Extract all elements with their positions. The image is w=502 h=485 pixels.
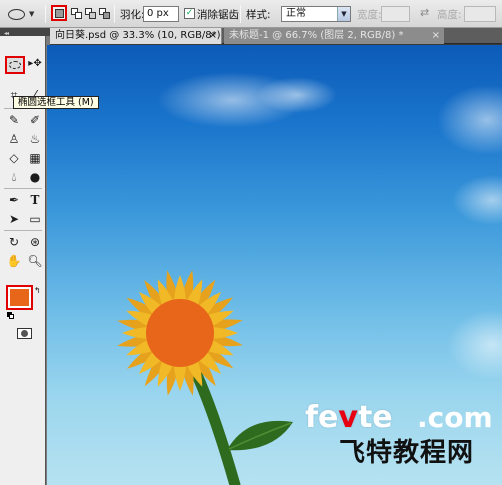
document-canvas[interactable]: fevte .com 飞特教程网 xyxy=(47,45,502,485)
width-input[interactable] xyxy=(381,6,410,22)
eraser-tool-icon[interactable]: ◇ xyxy=(6,150,22,166)
style-select[interactable]: 正常 ▼ xyxy=(281,6,351,22)
chevron-down-icon: ▼ xyxy=(337,7,350,21)
zoom-tool-icon[interactable]: 🔍︎ xyxy=(27,253,43,269)
pen-tool-icon[interactable]: ✒ xyxy=(6,192,22,208)
new-selection-icon xyxy=(54,8,64,18)
blur-tool-icon[interactable]: 💧︎ xyxy=(6,169,22,185)
brush-tool-icon[interactable]: ✐ xyxy=(27,112,43,128)
tab-untitled-1[interactable]: 未标题-1 @ 66.7% (图层 2, RGB/8) * × xyxy=(224,28,444,44)
cloud xyxy=(437,85,502,155)
width-label: 宽度: xyxy=(357,9,382,21)
3d-rotate-tool-icon[interactable]: ↻ xyxy=(6,234,22,250)
default-colors-icon[interactable] xyxy=(7,312,14,319)
subtract-selection-icon xyxy=(84,7,96,19)
type-tool-icon[interactable]: T xyxy=(27,192,43,208)
intersect-selection-icon xyxy=(98,7,110,19)
style-label: 样式: xyxy=(246,9,271,21)
intersect-selection-button[interactable] xyxy=(96,5,112,21)
cloud xyxy=(452,175,502,225)
cloud xyxy=(447,310,502,380)
options-bar: ▼ 羽化: 0 px ✓ 消除锯齿 样式: 正常 ▼ 宽度: ⇄ 高度: xyxy=(0,0,502,28)
toolbox: ◂◂ ▸✥ ⌗ ⁄ ✎ ✐ ♙ ♨ ◇ ▦ 💧︎ ● ✒ T ➤ ▭ ↻ ⊛ ✋… xyxy=(0,28,99,485)
ellipse-marquee-icon xyxy=(9,61,21,69)
divider xyxy=(240,5,241,23)
feather-input[interactable]: 0 px xyxy=(143,6,179,22)
gradient-tool-icon[interactable]: ▦ xyxy=(27,150,43,166)
chevron-down-icon: ▼ xyxy=(29,10,35,18)
dodge-tool-icon[interactable]: ● xyxy=(27,169,43,185)
move-tool-icon[interactable]: ▸✥ xyxy=(27,56,43,72)
tab-label: 未标题-1 @ 66.7% (图层 2, RGB/8) * xyxy=(229,30,404,41)
rectangle-shape-tool-icon[interactable]: ▭ xyxy=(27,211,43,227)
antialias-label: 消除锯齿 xyxy=(197,9,239,21)
divider xyxy=(45,5,46,23)
watermark-brand: fevte xyxy=(305,400,393,435)
swap-dimensions-icon[interactable]: ⇄ xyxy=(420,6,429,19)
history-brush-tool-icon[interactable]: ♨ xyxy=(27,131,43,147)
toolbox-header[interactable]: ◂◂ xyxy=(0,28,50,37)
quick-mask-button[interactable] xyxy=(17,328,32,339)
foreground-color-swatch[interactable] xyxy=(6,285,33,310)
antialias-checkbox[interactable]: ✓ xyxy=(184,8,195,19)
feather-label: 羽化: xyxy=(120,9,145,21)
document-tab-bar: 向日葵.psd @ 33.3% (10, RGB/8*) * × 未标题-1 @… xyxy=(50,28,502,44)
tool-tooltip: 椭圆选框工具 (M) xyxy=(13,96,99,109)
add-selection-icon xyxy=(70,7,82,19)
clone-stamp-tool-icon[interactable]: ♙ xyxy=(6,131,22,147)
sunflower-center xyxy=(146,299,214,367)
height-label: 高度: xyxy=(437,9,462,21)
close-icon[interactable]: × xyxy=(209,28,217,43)
watermark-chinese: 飞特教程网 xyxy=(339,438,475,468)
elliptical-marquee-tool[interactable] xyxy=(5,56,25,74)
close-icon[interactable]: × xyxy=(432,28,440,43)
tool-preset-picker[interactable]: ▼ xyxy=(3,4,43,24)
healing-brush-tool-icon[interactable]: ✎ xyxy=(6,112,22,128)
3d-orbit-tool-icon[interactable]: ⊛ xyxy=(27,234,43,250)
style-select-value: 正常 xyxy=(286,8,306,19)
watermark-domain: .com xyxy=(417,401,493,434)
height-input[interactable] xyxy=(464,6,496,22)
hand-tool-icon[interactable]: ✋ xyxy=(6,253,22,269)
tab-label: 向日葵.psd @ 33.3% (10, RGB/8*) * xyxy=(55,30,222,41)
sunflower-stem xyxy=(191,369,241,485)
cloud xyxy=(257,77,337,113)
quick-mask-icon xyxy=(21,330,28,337)
tab-sunflower-psd[interactable]: 向日葵.psd @ 33.3% (10, RGB/8*) * × xyxy=(50,28,222,44)
divider xyxy=(114,5,115,23)
foreground-color-fill xyxy=(10,289,29,306)
new-selection-button[interactable] xyxy=(51,5,67,21)
ellipse-marquee-icon xyxy=(8,8,25,20)
swap-colors-icon[interactable]: ↰ xyxy=(34,286,41,295)
path-selection-tool-icon[interactable]: ➤ xyxy=(6,211,22,227)
